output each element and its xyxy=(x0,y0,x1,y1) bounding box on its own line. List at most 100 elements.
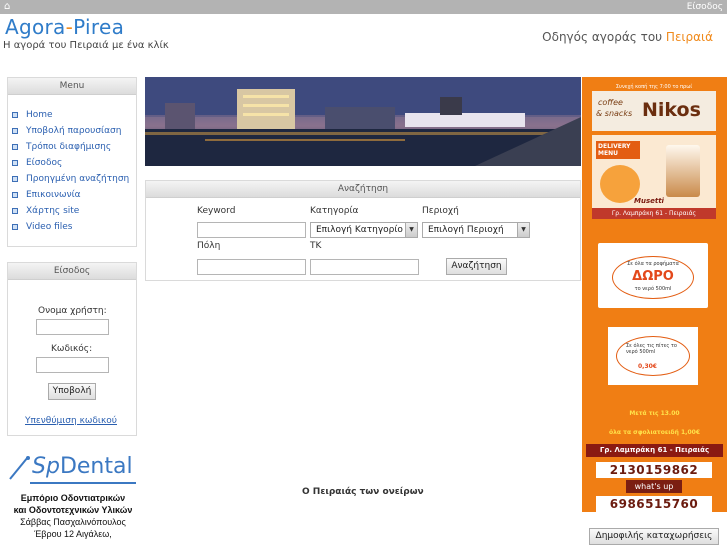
site-tagline: Η αγορά του Πειραιά με ένα κλίκ xyxy=(3,40,169,51)
keyword-label: Keyword xyxy=(197,206,236,216)
spdental-line4: Έβρου 12 Αιγάλεω, xyxy=(34,529,112,539)
dropdown-arrow-icon: ▼ xyxy=(517,223,529,237)
bullet-icon xyxy=(12,208,18,214)
guide-highlight: Πειραιά xyxy=(665,30,713,44)
bullet-icon xyxy=(12,160,18,166)
ad-phone2: 6986515760 xyxy=(596,496,712,512)
top-bar: ⌂ Είσοδος xyxy=(0,0,727,14)
menu-item-label: Προηγμένη αναζήτηση xyxy=(26,174,130,184)
piraeus-port-banner xyxy=(145,77,581,166)
username-input[interactable] xyxy=(36,319,109,335)
login-title: Είσοδος xyxy=(8,263,136,280)
category-select[interactable]: Επιλογή Κατηγορίο ▼ xyxy=(310,222,418,238)
spdental-line1: Εμπόριο Οδοντιατρικών xyxy=(20,493,126,503)
ad-delivery-label: DELIVERY MENU xyxy=(596,141,640,159)
ad-address2: Γρ. Λαμπράκη 61 - Πειραιάς xyxy=(586,444,723,457)
area-select[interactable]: Επιλογή Περιοχή ▼ xyxy=(422,222,530,238)
ad-whatsup: what's up xyxy=(626,480,682,493)
ad-promo2-price: 0,30€ xyxy=(638,363,657,370)
spdental-line2: και Οδοντοτεχνικών Υλικών xyxy=(13,505,133,515)
bullet-icon xyxy=(12,128,18,134)
city-label: Πόλη xyxy=(197,241,221,251)
menu-item-video-files[interactable]: Video files xyxy=(12,219,136,235)
ad-offer-text: όλα τα σφολιατοειδή 1,00€ xyxy=(608,429,700,436)
menu-item-label: Επικοινωνία xyxy=(26,190,81,200)
menu-item-label: Home xyxy=(26,110,53,120)
bullet-icon xyxy=(12,192,18,198)
area-label: Περιοχή xyxy=(422,206,459,216)
ad-promo1-card: Σε όλα τα ροφήματα ΔΩΡΟ το νερό 500ml xyxy=(598,243,708,308)
search-title: Αναζήτηση xyxy=(146,181,580,198)
menu-item-label: Υποβολή παρουσίαση xyxy=(26,126,122,136)
bullet-icon xyxy=(12,144,18,150)
ad-promo1-bottom: το νερό 500ml xyxy=(634,286,672,292)
password-label: Κωδικός: xyxy=(51,344,93,354)
bullet-icon xyxy=(12,224,18,230)
top-login-link[interactable]: Είσοδος xyxy=(687,0,723,14)
menu-item-submit-presentation[interactable]: Υποβολή παρουσίαση xyxy=(12,123,136,139)
spdental-text: Εμπόριο Οδοντιατρικών και Οδοντοτεχνικών… xyxy=(2,492,144,540)
ad-brand-card: coffee & snacks Nikos xyxy=(592,91,716,131)
zip-label: ΤΚ xyxy=(310,241,322,251)
menu-item-advertising[interactable]: Τρόποι διαφήμισης xyxy=(12,139,136,155)
coffee-nikos-ad[interactable]: Συνεχή κοπή της 7:00 το πρωί coffee & sn… xyxy=(582,77,727,512)
menu-item-login[interactable]: Είσοδος xyxy=(12,155,136,171)
guide-prefix: Οδηγός αγοράς του xyxy=(542,30,666,44)
spdental-logo-sp: Sp xyxy=(32,454,60,479)
logo-part2: Pirea xyxy=(73,15,125,39)
spdental-logo-dental: Dental xyxy=(59,454,133,479)
logo-dash: - xyxy=(65,15,74,39)
promo2-oval xyxy=(616,336,690,376)
guide-heading: Οδηγός αγοράς του Πειραιά xyxy=(542,30,713,44)
ad-musetti: Musetti xyxy=(634,197,664,205)
search-box: Αναζήτηση Keyword Κατηγορία Περιοχή Επιλ… xyxy=(145,180,581,281)
bullet-icon xyxy=(12,176,18,182)
spdental-underline xyxy=(30,482,136,484)
menu-item-label: Χάρτης site xyxy=(26,206,80,216)
site-logo[interactable]: Agora-Pirea xyxy=(5,15,124,39)
ad-brand-coffee: coffee xyxy=(598,98,623,107)
frappe-glass-icon xyxy=(666,145,700,197)
login-submit-button[interactable]: Υποβολή xyxy=(48,383,96,400)
menu-item-label: Τρόποι διαφήμισης xyxy=(26,142,112,152)
ad-time-text: Μετά τις 13.00 xyxy=(629,410,680,417)
menu-title: Menu xyxy=(8,78,136,95)
ad-address1: Γρ. Λαμπράκη 61 - Πειραιάς xyxy=(592,208,716,219)
area-select-value: Επιλογή Περιοχή xyxy=(428,225,504,235)
menu-box: Menu Home Υποβολή παρουσίαση Τρόποι διαφ… xyxy=(7,77,137,247)
menu-item-advanced-search[interactable]: Προηγμένη αναζήτηση xyxy=(12,171,136,187)
category-select-value: Επιλογή Κατηγορίο xyxy=(316,225,403,235)
banner-svg xyxy=(145,77,581,166)
search-submit-button[interactable]: Αναζήτηση xyxy=(446,258,507,275)
spdental-ad[interactable]: SpDental Εμπόριο Οδοντιατρικών και Οδοντ… xyxy=(2,451,144,545)
menu-item-contact[interactable]: Επικοινωνία xyxy=(12,187,136,203)
menu-list: Home Υποβολή παρουσίαση Τρόποι διαφήμιση… xyxy=(8,95,136,235)
dropdown-arrow-icon: ▼ xyxy=(405,223,417,237)
ad-brand-name: Nikos xyxy=(642,99,701,121)
login-box: Είσοδος Ονομα χρήστη: Κωδικός: Υποβολή Υ… xyxy=(7,262,137,436)
menu-item-sitemap[interactable]: Χάρτης site xyxy=(12,203,136,219)
tooth-tool-icon xyxy=(8,455,30,481)
ad-delivery-card: DELIVERY MENU Musetti Γρ. Λαμπράκη 61 - … xyxy=(592,135,716,219)
logo-part1: Agora xyxy=(5,15,66,39)
ad-phone1: 2130159862 xyxy=(596,462,712,478)
category-label: Κατηγορία xyxy=(310,206,359,216)
password-input[interactable] xyxy=(36,357,109,373)
zip-input[interactable] xyxy=(310,259,419,275)
home-icon[interactable]: ⌂ xyxy=(4,1,10,13)
popular-listings-button[interactable]: Δημοφιλής καταχωρήσεις xyxy=(589,528,719,545)
ad-promo2-card: Σε όλες τις πίτες το νερό 500ml 0,30€ xyxy=(608,327,698,385)
username-label: Ονομα χρήστη: xyxy=(38,306,107,316)
ad-brand-snacks: & snacks xyxy=(596,109,633,118)
spdental-line3: Σάββας Πασχαλινόπουλος xyxy=(20,517,126,527)
bullet-icon xyxy=(12,112,18,118)
ad-promo1-top: Σε όλα τα ροφήματα xyxy=(627,261,679,267)
keyword-input[interactable] xyxy=(197,222,306,238)
city-input[interactable] xyxy=(197,259,306,275)
menu-item-label: Video files xyxy=(26,222,73,232)
dream-text: Ο Πειραιάς των ονείρων xyxy=(302,487,424,497)
menu-item-home[interactable]: Home xyxy=(12,107,136,123)
password-reminder-link[interactable]: Υπενθύμιση κωδικού xyxy=(25,416,117,426)
ad-promo1-big: ΔΩΡΟ xyxy=(632,269,674,284)
ad-top-strip: Συνεχή κοπή της 7:00 το πρωί xyxy=(615,84,693,90)
